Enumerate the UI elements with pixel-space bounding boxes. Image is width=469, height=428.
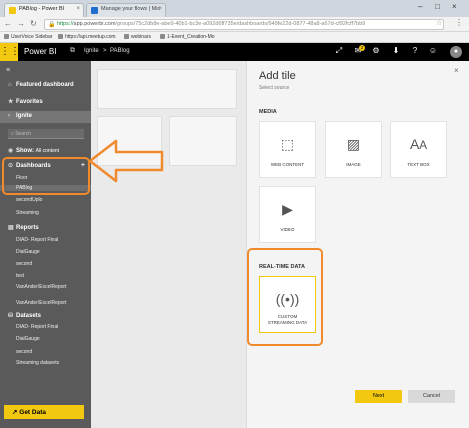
dataset-item[interactable]: VanAnder\ExcelReport [0,300,91,306]
dashboard-item[interactable]: Streaming [0,210,91,216]
url-host: app.powerbi.com [73,21,116,27]
annotation-arrow [88,139,164,183]
flow-favicon-icon [91,7,98,14]
report-item[interactable]: DIAD- Report Final [0,237,91,243]
dataset-item[interactable]: DialGauge [0,336,91,342]
back-icon[interactable]: ← [4,19,12,28]
bookmark-icon [58,34,63,39]
breadcrumb-workspace[interactable]: Ignite [84,48,99,54]
feedback-smiley-icon[interactable]: ☺ [427,46,439,55]
cancel-button[interactable]: Cancel [408,390,455,403]
eye-icon: ◉ [8,148,14,154]
close-icon[interactable]: × [158,6,162,12]
gear-icon[interactable]: ⚙ [370,46,382,55]
brand-title: Power BI [24,47,57,56]
forward-icon[interactable]: → [17,19,25,28]
close-icon[interactable]: × [454,66,459,75]
tile-label: VIDEO [280,227,295,232]
browser-tab-active[interactable]: PABlog - Power BI × [4,3,84,17]
workspace-chevron-icon: ‹ [8,113,10,119]
pane-subtitle: Select source [259,85,290,91]
tile-label: IMAGE [346,162,361,167]
tile-label: WEB CONTENT [270,162,305,167]
bookmark-icon [124,34,129,39]
nav-datasets-header[interactable]: ⛁ Datasets [0,312,91,319]
bookmark-star-icon[interactable]: ☆ [436,19,442,27]
dataset-item[interactable]: second [0,349,91,355]
report-item[interactable]: DialGauge [0,249,91,255]
bookmark-item[interactable]: https://api.meetup.com [58,34,116,40]
bookmarks-bar: UserVoice Sidebar https://api.meetup.com… [0,32,469,43]
browser-tab-inactive[interactable]: Manage your flows | Mic × [86,3,166,17]
reload-icon[interactable]: ↻ [30,19,37,28]
app-launcher-icon[interactable]: ⋮⋮ [0,43,20,61]
avatar[interactable]: ● [450,46,462,58]
report-item[interactable]: second [0,261,91,267]
tile-web-content[interactable]: ⬚ WEB CONTENT [259,121,316,178]
pane-title: Add tile [259,70,296,82]
dataset-item[interactable]: Streaming datasets [0,360,91,366]
maximize-icon[interactable]: □ [435,2,440,11]
report-item[interactable]: VanAnder\ExcelReport [0,284,91,290]
star-icon: ★ [8,99,14,105]
home-icon: ⌂ [8,82,12,88]
expand-icon[interactable]: ⤢ [333,46,345,56]
tile-label: TEXT BOX [407,162,430,167]
search-input[interactable]: ⌕ Search [8,129,84,139]
browser-menu-icon[interactable]: ⋮ [455,18,463,27]
nav-featured-dashboard[interactable]: ⌂ Featured dashboard [0,82,91,88]
minimize-icon[interactable]: – [418,2,422,11]
breadcrumb-dashboard[interactable]: PABlog [110,48,130,54]
nav-favorites[interactable]: ★ Favorites [0,98,91,105]
bookmark-item[interactable]: 1-Event_Creation-Mo [160,34,215,40]
next-button[interactable]: Next [355,390,402,403]
download-icon[interactable]: ⬇ [390,46,402,55]
dashboard-canvas [91,61,246,428]
browser-tabstrip: PABlog - Power BI × Manage your flows | … [0,0,469,17]
dataset-item[interactable]: DIAD- Report Final [0,324,91,330]
tile-text-box[interactable]: AA TEXT BOX [390,121,447,178]
url-scheme: https:// [57,21,74,27]
tab-title: PABlog - Power BI [19,6,65,12]
lock-icon: 🔒 [48,22,56,28]
report-item[interactable]: test [0,273,91,279]
close-icon[interactable]: × [76,6,80,12]
bookmark-icon [4,34,9,39]
dataset-icon: ⛁ [8,313,14,319]
address-bar: ← → ↻ 🔒 https://app.powerbi.com/groups/7… [0,17,469,32]
workspace-icon: ⧉ [70,47,75,54]
report-icon: ▤ [8,225,14,231]
text-box-icon: AA [409,136,428,152]
ghost-tile [97,69,237,109]
nav-reports-header[interactable]: ▤ Reports [0,224,91,231]
add-tile-pane: × Add tile Select source MEDIA ⬚ WEB CON… [246,61,469,428]
show-filter[interactable]: ◉ Show: All content [0,147,91,154]
help-icon[interactable]: ? [409,46,421,55]
web-content-icon: ⬚ [280,136,295,152]
notification-badge: 2 [359,45,365,51]
url-input[interactable]: 🔒 https://app.powerbi.com/groups/75c2db8… [44,19,444,30]
tile-image[interactable]: ▨ IMAGE [325,121,382,178]
ghost-tile [169,116,237,166]
left-navigation: ≡ ⌂ Featured dashboard ★ Favorites ‹ Ignite… [0,61,91,428]
url-path: /groups/75c2db8e-abe9-40b1-bc3e-a092d6ff… [115,21,366,27]
nav-workspace[interactable]: ‹ Ignite [0,111,91,123]
video-icon: ▶ [282,201,293,217]
image-icon: ▨ [346,136,361,152]
bookmark-item[interactable]: webinars [124,34,151,40]
media-section-header: MEDIA [259,109,277,115]
hamburger-icon[interactable]: ≡ [6,67,10,74]
close-window-icon[interactable]: × [452,2,457,11]
dashboard-item[interactable]: secondUplo [0,197,91,203]
annotation-dashboards-highlight [2,157,90,195]
bookmark-icon [160,34,165,39]
tile-video[interactable]: ▶ VIDEO [259,186,316,243]
powerbi-favicon-icon [9,7,16,14]
tab-title: Manage your flows | Mic [101,6,161,12]
app-header: ⋮⋮ Power BI ⧉ Ignite > PABlog ⤢ ✉ 2 ⚙ ⬇ … [0,43,469,61]
get-data-button[interactable]: ↗ Get Data [4,405,84,419]
annotation-streaming-highlight [247,248,323,346]
breadcrumb-separator: > [103,48,107,54]
bookmark-item[interactable]: UserVoice Sidebar [4,34,52,40]
